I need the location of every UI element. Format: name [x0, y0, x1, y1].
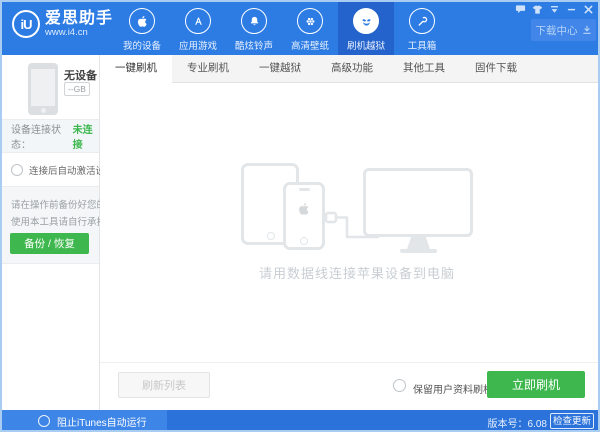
check-update-button[interactable]: 检查更新	[550, 413, 594, 429]
tab-pro-flash[interactable]: 专业刷机	[172, 55, 244, 83]
phone-speaker	[299, 188, 310, 191]
block-itunes-checkbox[interactable]	[38, 415, 50, 427]
auto-activate-row: 连接后自动激活设备	[0, 153, 99, 186]
flash-main-panel: 请用数据线连接苹果设备到电脑 刷新列表 保留用户资料刷机 立即刷机	[100, 83, 600, 410]
flash-now-button[interactable]: 立即刷机	[487, 371, 585, 398]
jailbreak-mask-icon	[353, 8, 379, 34]
tab-firmware-download[interactable]: 固件下载	[460, 55, 532, 83]
appstore-icon	[185, 8, 211, 34]
tab-advanced-features[interactable]: 高级功能	[316, 55, 388, 83]
device-sidebar: 无设备 --GB 设备连接状态：未连接 连接后自动激活设备 请在操作前备份好您的…	[0, 55, 100, 410]
nav-item-apps-games[interactable]: 应用游戏	[170, 0, 226, 55]
app-website: www.i4.cn	[45, 27, 113, 38]
window-controls	[515, 4, 594, 15]
backup-notice-section: 请在操作前备份好您的数据 使用本工具请自行承担风险 备份 / 恢复	[0, 186, 99, 264]
monitor-stand	[407, 237, 430, 249]
download-center-label: 下载中心	[536, 23, 578, 38]
action-bar-divider	[100, 362, 600, 363]
nav-label: 刷机越狱	[347, 38, 385, 52]
close-icon[interactable]	[583, 4, 594, 15]
auto-activate-checkbox[interactable]	[11, 164, 23, 176]
nav-label: 高清壁纸	[291, 38, 329, 52]
nav-item-flash-jailbreak[interactable]: 刷机越狱	[338, 0, 394, 55]
theme-icon[interactable]	[532, 4, 543, 15]
apple-logo-gray-icon	[297, 202, 311, 216]
tab-one-key-flash[interactable]: 一键刷机	[100, 55, 172, 83]
nav-label: 工具箱	[408, 38, 437, 52]
toolbox-icon	[409, 8, 435, 34]
nav-label: 我的设备	[123, 38, 161, 52]
connect-device-illustration: 请用数据线连接苹果设备到电脑	[100, 83, 600, 410]
block-itunes-label: 阻止iTunes自动运行	[57, 414, 147, 429]
nav-item-my-device[interactable]: 我的设备	[114, 0, 170, 55]
version-label: 版本号：6.08	[488, 415, 547, 430]
app-logo: iU 爱思助手 www.i4.cn	[12, 10, 113, 38]
nav-label: 应用游戏	[179, 38, 217, 52]
keep-user-data-label: 保留用户资料刷机	[413, 381, 493, 396]
status-bar: 阻止iTunes自动运行 版本号：6.08 检查更新	[0, 410, 600, 432]
monitor-stand-base	[400, 249, 437, 253]
device-info-section: 无设备 --GB	[0, 55, 99, 119]
monitor-illustration	[363, 168, 473, 237]
apple-icon	[129, 8, 155, 34]
download-center-button[interactable]: 下载中心	[531, 19, 596, 41]
phone-icon	[28, 63, 58, 115]
flash-tab-bar: 一键刷机 专业刷机 一键越狱 高级功能 其他工具 固件下载	[100, 55, 600, 83]
refresh-list-button[interactable]: 刷新列表	[118, 372, 210, 398]
nav-item-wallpapers[interactable]: 高清壁纸	[282, 0, 338, 55]
download-arrow-icon	[582, 25, 592, 35]
connection-status-section: 设备连接状态：未连接	[0, 119, 99, 153]
phone-home-button	[300, 237, 308, 245]
nav-item-ringtones[interactable]: 酷炫铃声	[226, 0, 282, 55]
logo-text: 爱思助手 www.i4.cn	[45, 10, 113, 38]
iphone-illustration	[283, 182, 325, 250]
connect-device-caption: 请用数据线连接苹果设备到电脑	[100, 263, 600, 282]
device-capacity-badge: --GB	[64, 82, 90, 96]
tab-one-key-jailbreak[interactable]: 一键越狱	[244, 55, 316, 83]
device-name: 无设备	[64, 67, 97, 83]
nav-item-toolbox[interactable]: 工具箱	[394, 0, 450, 55]
logo-monogram-icon: iU	[12, 10, 40, 38]
block-itunes-section: 阻止iTunes自动运行	[0, 410, 167, 432]
backup-restore-button[interactable]: 备份 / 恢复	[10, 233, 89, 254]
tab-other-tools[interactable]: 其他工具	[388, 55, 460, 83]
header-bar: iU 爱思助手 www.i4.cn 我的设备 应用游戏	[0, 0, 600, 55]
app-window: iU 爱思助手 www.i4.cn 我的设备 应用游戏	[0, 0, 600, 432]
main-nav: 我的设备 应用游戏 酷炫铃声 高清壁纸	[114, 0, 450, 55]
keep-user-data-checkbox[interactable]	[393, 379, 406, 392]
nav-label: 酷炫铃声	[235, 38, 273, 52]
feedback-icon[interactable]	[515, 4, 526, 15]
bell-icon	[241, 8, 267, 34]
connection-status-label: 设备连接状态：	[11, 121, 73, 151]
app-name: 爱思助手	[45, 10, 113, 27]
minimize-icon[interactable]	[566, 4, 577, 15]
menu-icon[interactable]	[549, 4, 560, 15]
wallpaper-icon	[297, 8, 323, 34]
connection-status-value: 未连接	[73, 121, 99, 151]
